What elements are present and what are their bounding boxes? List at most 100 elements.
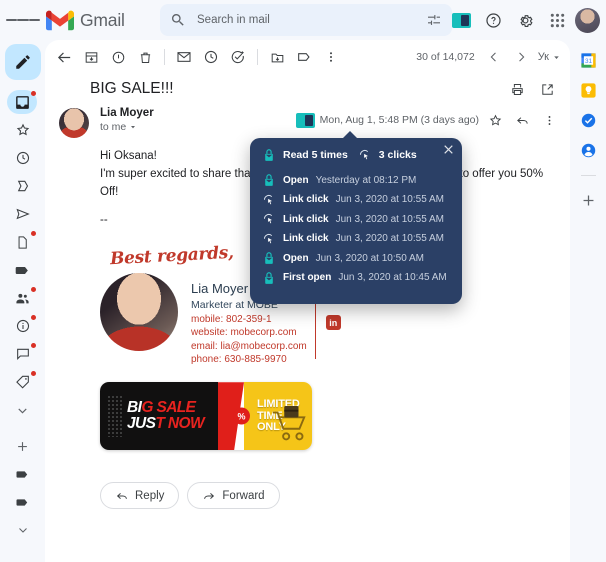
- spam-exclamation-icon: [112, 51, 124, 63]
- event-time: Jun 3, 2020 at 10:55 AM: [335, 233, 444, 244]
- badge-dot: [30, 91, 36, 96]
- sidebar-item-important[interactable]: [8, 173, 38, 199]
- archive-button[interactable]: [78, 44, 104, 70]
- sender-info: Lia Moyer to me: [100, 107, 296, 133]
- add-addons-plus-icon[interactable]: [580, 192, 597, 209]
- help-icon[interactable]: [479, 6, 507, 34]
- envelope-icon: [177, 52, 191, 62]
- archive-box-icon: [85, 51, 97, 63]
- sidebar-add-label-button[interactable]: [8, 433, 38, 459]
- event-time: Jun 3, 2020 at 10:55 AM: [335, 213, 444, 225]
- sidebar-item-drafts[interactable]: [8, 229, 38, 255]
- toolbar-more-button[interactable]: [318, 44, 344, 70]
- settings-gear-icon[interactable]: [511, 6, 539, 34]
- forward-button[interactable]: Forward: [187, 482, 280, 510]
- sidebar-item-starred[interactable]: [8, 117, 38, 143]
- star-message-button[interactable]: [484, 109, 506, 131]
- banner-line1-a: BI: [127, 399, 142, 417]
- message-more-button[interactable]: [538, 109, 560, 131]
- tune-filter-icon[interactable]: [426, 12, 442, 28]
- language-selector[interactable]: Ук: [535, 51, 564, 63]
- sidebar-item-groups[interactable]: [8, 285, 38, 311]
- sidebar-item-sent[interactable]: [8, 201, 38, 227]
- tracking-status-icon[interactable]: [295, 112, 315, 128]
- phone-value: 630-885-9970: [224, 354, 287, 366]
- discount-badge: %: [233, 407, 250, 425]
- delete-button[interactable]: [132, 44, 158, 70]
- send-paper-plane-icon: [15, 208, 30, 220]
- back-to-inbox-button[interactable]: [51, 44, 77, 70]
- recipient-toggle[interactable]: to me: [100, 121, 296, 133]
- google-contacts-icon[interactable]: [580, 142, 597, 159]
- label-tag-icon: [15, 266, 28, 274]
- event-label: Link click: [283, 194, 329, 205]
- chevron-down-icon: [131, 126, 136, 129]
- search-bar[interactable]: [160, 4, 452, 36]
- mark-unread-button[interactable]: [171, 44, 197, 70]
- labels-button[interactable]: [291, 44, 317, 70]
- google-keep-icon[interactable]: [580, 82, 597, 99]
- sidebar-item-chats[interactable]: [8, 341, 38, 367]
- website-value[interactable]: mobecorp.com: [230, 327, 296, 338]
- tracking-reads: Read 5 times: [262, 148, 348, 162]
- open-envelope-icon: [265, 252, 273, 264]
- sidebar-item-info[interactable]: [8, 313, 38, 339]
- message-toolbar: 30 of 14,072 Ук: [45, 40, 570, 74]
- reply-icon-button[interactable]: [511, 109, 533, 131]
- signature-phone: phone: 630-885-9970: [191, 354, 307, 365]
- linkedin-icon[interactable]: in: [325, 315, 341, 331]
- rail-divider: [580, 175, 596, 176]
- report-spam-button[interactable]: [105, 44, 131, 70]
- move-to-button[interactable]: [264, 44, 290, 70]
- list-item: First open Jun 3, 2020 at 10:45 AM: [262, 271, 450, 285]
- sidebar-item-inbox[interactable]: [6, 89, 38, 115]
- avatar[interactable]: [575, 7, 600, 33]
- sidebar-item-labels[interactable]: [8, 369, 38, 395]
- event-label: First open: [283, 272, 332, 283]
- gmail-window: Gmail Search in mail 31 30 of 14,072 Ук …: [0, 0, 606, 562]
- search-input[interactable]: [197, 14, 426, 26]
- gmail-m-icon: [46, 10, 74, 30]
- close-icon[interactable]: [442, 143, 455, 156]
- event-time: Yesterday at 08:12 PM: [315, 174, 417, 186]
- reply-button[interactable]: Reply: [100, 482, 180, 510]
- tracking-extension-icon[interactable]: [447, 6, 475, 34]
- sidebar-more-button[interactable]: [8, 397, 38, 423]
- signature-email: email: lia@mobecorp.com: [191, 341, 307, 352]
- signature-mobile: mobile: 802-359-1: [191, 314, 307, 325]
- sidebar-item-snoozed[interactable]: [8, 145, 38, 171]
- compose-button[interactable]: [4, 44, 41, 80]
- google-tasks-icon[interactable]: [580, 112, 597, 129]
- main-menu-icon[interactable]: [6, 3, 40, 37]
- promo-banner-image[interactable]: BIG SALE JUST NOW % LIMITED TIME ONLY: [100, 382, 312, 451]
- newer-message-button[interactable]: [481, 44, 507, 70]
- list-item: Open Jun 3, 2020 at 10:50 AM: [262, 251, 450, 265]
- google-apps-icon[interactable]: [543, 6, 571, 34]
- add-to-tasks-button[interactable]: [225, 44, 251, 70]
- website-label: website:: [191, 327, 228, 339]
- language-label: Ук: [537, 51, 549, 63]
- list-item: Link click Jun 3, 2020 at 10:55 AM: [262, 193, 450, 207]
- gmail-logo[interactable]: Gmail: [46, 10, 125, 31]
- older-message-button[interactable]: [508, 44, 534, 70]
- banner-left: BIG SALE JUST NOW: [100, 382, 218, 451]
- sidebar-item-label-a[interactable]: [8, 461, 38, 487]
- svg-text:31: 31: [584, 58, 592, 65]
- phone-label: phone:: [191, 354, 222, 366]
- pencil-icon: [15, 55, 30, 69]
- toolbar-pagination: 30 of 14,072 Ук: [416, 44, 564, 70]
- google-calendar-icon[interactable]: 31: [580, 52, 597, 69]
- sender-name: Lia Moyer: [100, 107, 154, 119]
- snooze-button[interactable]: [198, 44, 224, 70]
- open-envelope-icon: [265, 271, 273, 284]
- toolbar-divider: [257, 49, 258, 65]
- email-value[interactable]: lia@mobecorp.com: [220, 341, 306, 352]
- trash-icon: [140, 52, 150, 63]
- important-chevron-icon: [17, 180, 28, 192]
- sidebar-bottom-more-button[interactable]: [8, 517, 38, 543]
- forward-arrow-icon: [204, 492, 215, 499]
- sidebar-item-label-1[interactable]: [8, 257, 38, 283]
- sidebar-item-label-b[interactable]: [8, 489, 38, 515]
- page-title: BIG SALE!!!: [90, 80, 174, 97]
- chevron-down-icon: [18, 408, 27, 413]
